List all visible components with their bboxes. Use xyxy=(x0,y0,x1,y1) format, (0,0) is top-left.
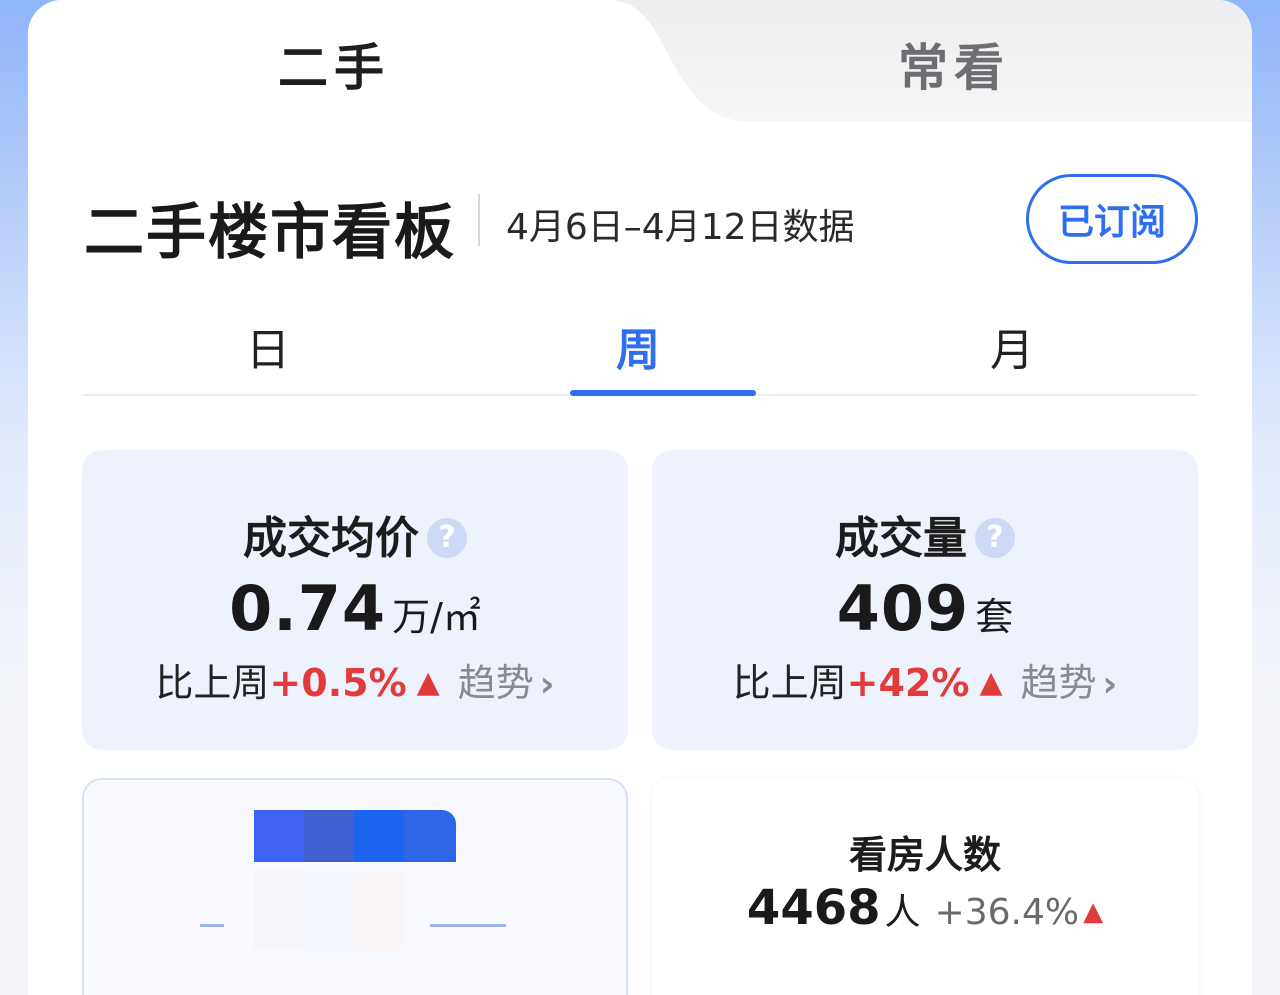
volume-label-text: 成交量 xyxy=(835,513,967,564)
redaction-block xyxy=(304,810,354,862)
period-tabs: 日 周 月 xyxy=(82,300,1198,396)
tab-week[interactable]: 周 xyxy=(578,314,698,378)
question-mark-icon[interactable]: ? xyxy=(427,518,467,558)
viewers-card[interactable]: 看房人数 4468 人 +36.4% ▲ xyxy=(652,778,1198,995)
active-tab-shape xyxy=(28,0,758,122)
change-value: +42% xyxy=(846,661,970,705)
tab-second-hand[interactable]: 二手 xyxy=(278,28,390,100)
viewers-unit: 人 xyxy=(884,892,921,933)
avg-price-unit: 万/㎡ xyxy=(392,595,481,639)
avg-price-label-text: 成交均价 xyxy=(243,513,419,564)
subscribe-button[interactable]: 已订阅 xyxy=(1026,174,1198,264)
board-header: 二手楼市看板 4月6日–4月12日数据 已订阅 xyxy=(84,174,1198,268)
viewers-number: 4468 xyxy=(746,880,881,936)
volume-compare: 比上周+42% ▲ 趋势 › xyxy=(652,652,1198,707)
chevron-right-icon[interactable]: › xyxy=(1103,664,1118,705)
avg-price-compare: 比上周+0.5% ▲ 趋势 › xyxy=(82,652,628,707)
redaction-block xyxy=(304,870,354,950)
volume-card[interactable]: 成交量? 409 套 比上周+42% ▲ 趋势 › xyxy=(652,450,1198,750)
volume-value: 409 套 xyxy=(652,572,1198,645)
redaction-block xyxy=(354,810,404,862)
avg-price-value: 0.74 万/㎡ xyxy=(82,572,628,645)
volume-number: 409 xyxy=(836,572,970,645)
question-mark-icon[interactable]: ? xyxy=(975,518,1015,558)
redaction-block xyxy=(404,810,456,862)
redaction-line xyxy=(430,924,506,927)
triangle-up-icon: ▲ xyxy=(416,665,440,700)
redaction-block xyxy=(254,870,304,950)
volume-label: 成交量? xyxy=(652,502,1198,566)
volume-unit: 套 xyxy=(975,595,1014,639)
title-divider xyxy=(478,194,480,246)
redacted-card[interactable] xyxy=(82,778,628,995)
avg-price-number: 0.74 xyxy=(229,572,387,645)
viewers-change: +36.4% xyxy=(934,892,1080,933)
tab-frequently-viewed[interactable]: 常看 xyxy=(898,28,1010,100)
page-title: 二手楼市看板 xyxy=(84,198,456,268)
market-board-card: 二手 常看 二手楼市看板 4月6日–4月12日数据 已订阅 日 周 月 成交均价… xyxy=(28,0,1252,995)
avg-price-card[interactable]: 成交均价? 0.74 万/㎡ 比上周+0.5% ▲ 趋势 › xyxy=(82,450,628,750)
triangle-up-icon: ▲ xyxy=(1083,897,1104,927)
compare-label: 比上周 xyxy=(155,661,270,705)
trend-link[interactable]: 趋势 xyxy=(1021,661,1097,705)
avg-price-label: 成交均价? xyxy=(82,502,628,566)
redaction-block xyxy=(254,810,304,862)
active-tab-indicator xyxy=(570,390,756,396)
date-range: 4月6日–4月12日数据 xyxy=(506,207,855,248)
redaction-line xyxy=(200,924,224,927)
compare-label: 比上周 xyxy=(732,661,847,705)
triangle-up-icon: ▲ xyxy=(979,665,1003,700)
chevron-right-icon[interactable]: › xyxy=(540,664,555,705)
viewers-label: 看房人数 xyxy=(848,833,1001,877)
tab-day[interactable]: 日 xyxy=(208,314,328,378)
tab-month[interactable]: 月 xyxy=(952,314,1072,378)
trend-link[interactable]: 趋势 xyxy=(458,661,534,705)
redaction-block xyxy=(354,870,404,950)
viewers-value: 4468 人 +36.4% ▲ xyxy=(652,880,1198,936)
change-value: +0.5% xyxy=(269,661,407,705)
